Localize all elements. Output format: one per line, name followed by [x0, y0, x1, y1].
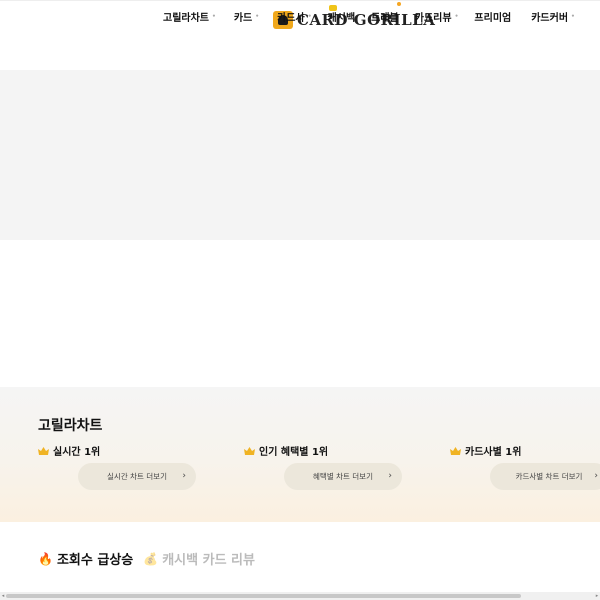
realtime-chart-more-button[interactable]: 실시간 차트 더보기 › — [78, 463, 196, 490]
horizontal-scrollbar[interactable]: ◂ ▸ — [0, 592, 600, 600]
nav-label: 고릴라차트 — [163, 12, 209, 24]
chevron-right-icon: › — [388, 471, 392, 481]
chart-card-title: 인기 혜택별 1위 — [259, 447, 329, 458]
chart-card-heading: 카드사별 1위 — [450, 443, 600, 458]
scrollbar-thumb[interactable] — [6, 594, 521, 598]
nav-item-premium[interactable]: 프리미엄 — [474, 9, 511, 24]
tab-cashback-review[interactable]: 💰 캐시백 카드 리뷰 — [143, 549, 255, 569]
gorilla-chart-section: 고릴라차트 실시간 1위 실시간 차트 더보기 › 인기 혜택별 1위 혜택별 … — [0, 387, 600, 522]
dot-icon: • — [307, 12, 312, 20]
chart-card-title: 실시간 1위 — [53, 447, 101, 458]
chevron-right-icon: › — [182, 471, 186, 481]
nav-item-card-company[interactable]: 카드사 • — [277, 9, 311, 24]
button-label: 카드사별 차트 더보기 — [515, 472, 583, 481]
dot-icon: • — [454, 12, 459, 20]
section-title: 고릴라차트 — [38, 418, 103, 434]
tab-trending-views[interactable]: 🔥 조회수 급상승 — [38, 549, 134, 569]
tab-label: 캐시백 카드 리뷰 — [162, 553, 255, 568]
site-header: CARD GORILLA 고릴라차트 • 카드 • 카드사 • 캐시백 트래블 카드리… — [0, 0, 600, 70]
nav-label: 카드커버 — [531, 12, 569, 24]
company-chart-more-button[interactable]: 카드사별 차트 더보기 › — [490, 463, 600, 490]
main-nav: 고릴라차트 • 카드 • 카드사 • 캐시백 트래블 카드리뷰 • 프리미엄 카드커버 • — [163, 1, 575, 24]
nav-item-card-review[interactable]: 카드리뷰 • — [415, 9, 459, 24]
nav-label: 카드리뷰 — [414, 12, 452, 24]
chart-card-heading: 인기 혜택별 1위 — [244, 443, 444, 458]
chart-card-heading: 실시간 1위 — [38, 443, 238, 458]
chevron-right-icon: › — [594, 471, 598, 481]
nav-label: 카드 — [233, 12, 253, 24]
crown-icon — [450, 446, 461, 455]
chart-card-benefit: 인기 혜택별 1위 혜택별 차트 더보기 › — [244, 443, 444, 490]
button-label: 실시간 차트 더보기 — [107, 472, 167, 481]
nav-label: 캐시백 — [327, 12, 356, 24]
fire-icon: 🔥 — [38, 551, 53, 566]
chart-card-title: 카드사별 1위 — [465, 447, 522, 458]
benefit-chart-more-button[interactable]: 혜택별 차트 더보기 › — [284, 463, 402, 490]
nav-item-card[interactable]: 카드 • — [234, 9, 259, 24]
crown-icon — [38, 446, 49, 455]
main-banner[interactable] — [0, 70, 600, 240]
nav-item-cashback[interactable]: 캐시백 — [328, 9, 356, 24]
crown-icon — [244, 446, 255, 455]
dot-icon: • — [571, 12, 575, 20]
nav-label: 트래블 — [371, 12, 399, 24]
nav-item-card-cover[interactable]: 카드커버 • — [531, 9, 575, 24]
tab-label: 조회수 급상승 — [56, 553, 134, 568]
button-label: 혜택별 차트 더보기 — [313, 472, 373, 481]
dot-icon: • — [255, 12, 260, 20]
trend-tabs: 🔥 조회수 급상승 💰 캐시백 카드 리뷰 — [38, 549, 265, 569]
new-badge-icon — [397, 1, 402, 6]
header-top-divider — [0, 0, 600, 1]
money-bag-icon: 💰 — [143, 551, 159, 566]
nav-label: 프리미엄 — [474, 12, 512, 24]
nav-label: 카드사 — [277, 12, 305, 24]
nav-item-travel[interactable]: 트래블 — [371, 1, 402, 24]
nav-item-gorilla-chart[interactable]: 고릴라차트 • — [163, 9, 216, 24]
scroll-right-arrow-icon[interactable]: ▸ — [594, 593, 600, 599]
chart-card-realtime: 실시간 1위 실시간 차트 더보기 › — [38, 443, 238, 490]
chart-card-company: 카드사별 1위 카드사별 차트 더보기 › — [450, 443, 600, 523]
dot-icon: • — [212, 12, 216, 20]
